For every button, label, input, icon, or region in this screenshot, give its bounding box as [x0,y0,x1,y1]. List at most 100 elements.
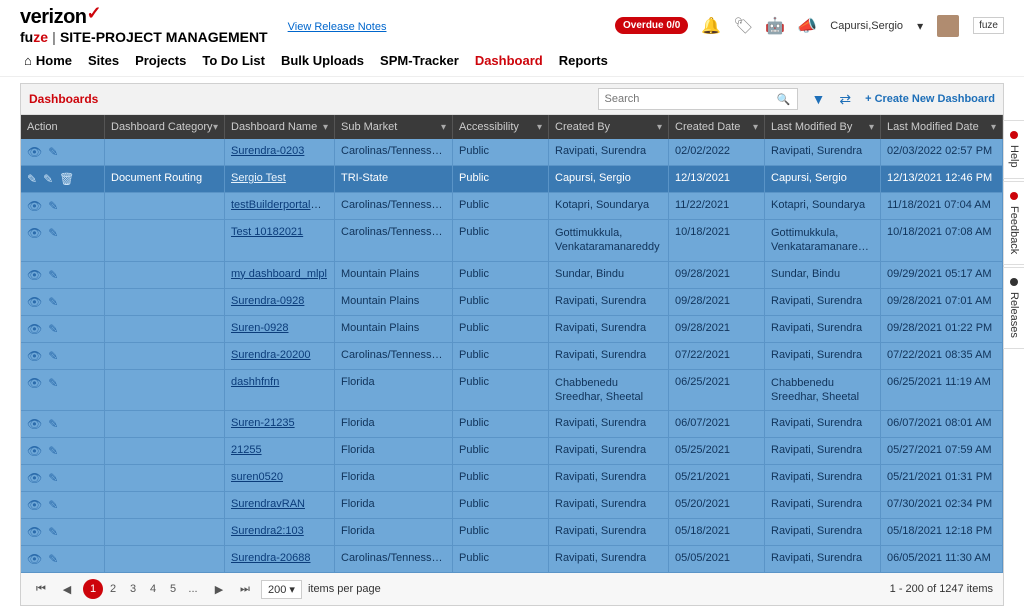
pager-page[interactable]: 2 [103,579,123,599]
filter-icon[interactable]: ▼ [812,91,826,107]
edit-icon[interactable]: ✎ [48,268,58,282]
view-icon[interactable]: 👁 [27,349,42,363]
edit-icon[interactable]: ✎ [48,145,58,159]
filter-icon[interactable]: ▾ [213,122,218,133]
dashboard-link[interactable]: Test 10182021 [231,226,303,238]
edit-icon[interactable]: ✎ [48,498,58,512]
delete-icon[interactable]: 🗑 [59,172,74,186]
user-name[interactable]: Capursi,Sergio [830,20,903,32]
nav-projects[interactable]: Projects [135,53,186,68]
table-row[interactable]: 👁✎Surendra-20200Carolinas/Tennessee,C...… [21,343,1003,370]
dashboard-link[interactable]: Surendra-20200 [231,349,311,361]
megaphone-icon[interactable]: 📣 [798,17,816,35]
dashboard-link[interactable]: Suren-21235 [231,417,295,429]
col-category[interactable]: Dashboard Category▾ [105,115,225,139]
create-dashboard-button[interactable]: + Create New Dashboard [865,93,995,105]
pager-first[interactable]: ⏮ [31,579,51,599]
table-row[interactable]: 👁✎Surendra-0928Mountain PlainsPublicRavi… [21,289,1003,316]
nav-todo[interactable]: To Do List [202,53,265,68]
table-row[interactable]: 👁✎Surendra2:103FloridaPublicRavipati, Su… [21,519,1003,546]
view-icon[interactable]: 👁 [27,226,42,240]
pager-page[interactable]: 5 [163,579,183,599]
table-row[interactable]: 👁✎dashhfnfnFloridaPublicChabbenedu Sreed… [21,370,1003,412]
table-row[interactable]: 👁✎21255FloridaPublicRavipati, Surendra05… [21,438,1003,465]
pager-prev[interactable]: ◀ [57,579,77,599]
table-row[interactable]: 👁✎Surendra-0203Carolinas/Tennessee,C...P… [21,139,1003,166]
filter-icon[interactable]: ▾ [537,122,542,133]
edit-icon[interactable]: ✎ [48,525,58,539]
view-icon[interactable]: 👁 [27,322,42,336]
columns-icon[interactable]: ⇄ [839,91,851,108]
view-icon[interactable]: 👁 [27,295,42,309]
table-row[interactable]: 👁✎suren0520FloridaPublicRavipati, Surend… [21,465,1003,492]
search-icon[interactable]: 🔍 [777,93,791,106]
table-row[interactable]: ✎✎🗑Document RoutingSergio TestTRI-StateP… [21,166,1003,193]
table-row[interactable]: 👁✎my dashboard_mlplMountain PlainsPublic… [21,262,1003,289]
col-sub[interactable]: Sub Market▾ [335,115,453,139]
dashboard-link[interactable]: suren0520 [231,471,283,483]
dashboard-link[interactable]: Surendra-0203 [231,145,304,157]
col-mby[interactable]: Last Modified By▾ [765,115,881,139]
table-row[interactable]: 👁✎testBuilderportalDashbo...Carolinas/Te… [21,193,1003,220]
nav-reports[interactable]: Reports [559,53,608,68]
filter-icon[interactable]: ▾ [869,122,874,133]
robot-icon[interactable]: 🤖 [766,17,784,35]
nav-dashboard[interactable]: Dashboard [475,53,543,68]
edit-icon[interactable]: ✎ [48,349,58,363]
edit-icon[interactable]: ✎ [48,471,58,485]
col-cdate[interactable]: Created Date▾ [669,115,765,139]
filter-icon[interactable]: ▾ [657,122,662,133]
overdue-badge[interactable]: Overdue 0/0 [615,17,688,34]
avatar[interactable] [937,15,959,37]
chevron-down-icon[interactable]: ▾ [917,19,923,33]
dashboard-link[interactable]: Surendra-0928 [231,295,304,307]
table-row[interactable]: 👁✎SurendravRANFloridaPublicRavipati, Sur… [21,492,1003,519]
col-mdate[interactable]: Last Modified Date▾ [881,115,1003,139]
edit-icon[interactable]: ✎ [48,199,58,213]
view-icon[interactable]: 👁 [27,417,42,431]
table-row[interactable]: 👁✎Suren-21235FloridaPublicRavipati, Sure… [21,411,1003,438]
edit-icon[interactable]: ✎ [48,417,58,431]
edit-icon[interactable]: ✎ [48,322,58,336]
filter-icon[interactable]: ▾ [753,122,758,133]
dashboard-link[interactable]: 21255 [231,444,262,456]
page-size-select[interactable]: 200 ▾ [261,580,302,599]
dashboard-link[interactable]: SurendravRAN [231,498,305,510]
col-cby[interactable]: Created By▾ [549,115,669,139]
side-tab-releases[interactable]: Releases [1003,267,1024,349]
pager-page[interactable]: 1 [83,579,103,599]
search-input[interactable] [605,93,777,105]
dashboard-link[interactable]: Surendra2:103 [231,525,304,537]
edit-icon[interactable]: ✎ [43,172,53,186]
pager-page[interactable]: 3 [123,579,143,599]
dashboard-link[interactable]: my dashboard_mlpl [231,268,327,280]
nav-sites[interactable]: Sites [88,53,119,68]
view-icon[interactable]: 👁 [27,525,42,539]
table-row[interactable]: 👁✎Suren-0928Mountain PlainsPublicRavipat… [21,316,1003,343]
tag-icon[interactable]: 🏷 [734,17,752,35]
view-icon[interactable]: 👁 [27,444,42,458]
pager-page[interactable]: ... [183,579,203,599]
view-icon[interactable]: 👁 [27,199,42,213]
edit-icon[interactable]: ✎ [48,295,58,309]
pager-next[interactable]: ▶ [209,579,229,599]
pager-page[interactable]: 4 [143,579,163,599]
col-name[interactable]: Dashboard Name▾ [225,115,335,139]
dashboard-link[interactable]: testBuilderportalDashbo... [231,199,335,211]
view-icon[interactable]: 👁 [27,145,42,159]
dashboard-link[interactable]: Surendra-20688 [231,552,311,564]
edit-icon[interactable]: ✎ [48,376,58,390]
view-icon[interactable]: 👁 [27,552,42,566]
filter-icon[interactable]: ▾ [991,122,996,133]
release-notes-link[interactable]: View Release Notes [288,21,387,33]
side-tab-help[interactable]: Help [1003,120,1024,179]
dashboard-link[interactable]: dashhfnfn [231,376,279,388]
table-row[interactable]: 👁✎Test 10182021Carolinas/Tennessee,C...P… [21,220,1003,262]
view-icon[interactable]: ✎ [27,172,37,186]
side-tab-feedback[interactable]: Feedback [1003,181,1024,265]
nav-home[interactable]: ⌂Home [24,53,72,68]
col-acc[interactable]: Accessibility▾ [453,115,549,139]
filter-icon[interactable]: ▾ [323,122,328,133]
dashboard-link[interactable]: Sergio Test [231,172,286,184]
nav-tracker[interactable]: SPM-Tracker [380,53,459,68]
